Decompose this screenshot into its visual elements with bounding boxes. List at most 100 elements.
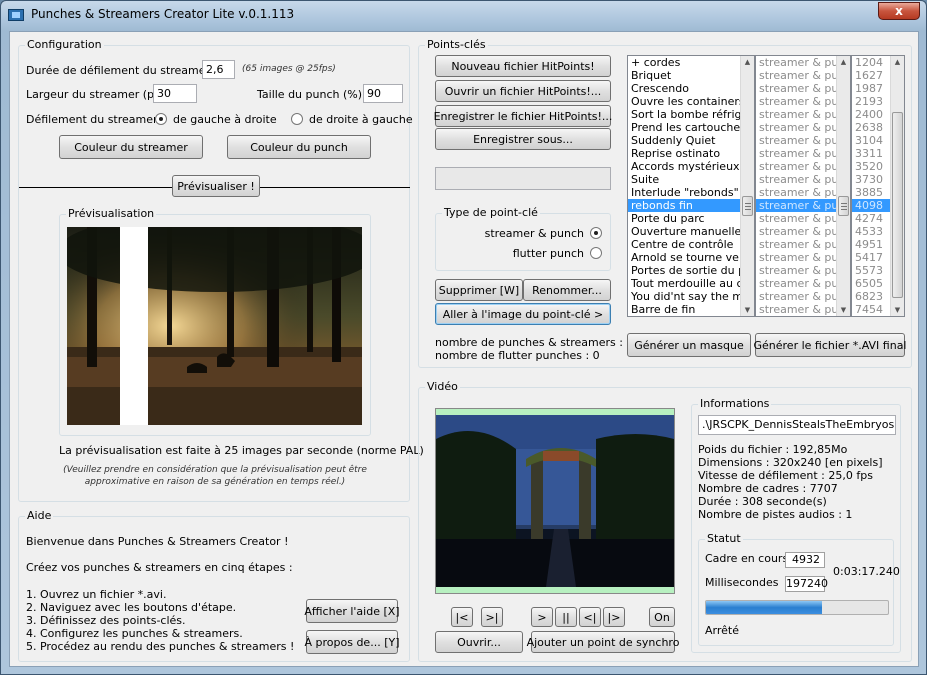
largeur-input[interactable]: 30 bbox=[153, 84, 197, 103]
points-type-list[interactable]: streamer & punc streamer & punc streamer &… bbox=[755, 55, 851, 317]
ms-value: 197240 bbox=[785, 576, 828, 592]
playback-progress bbox=[705, 600, 889, 615]
radio-gauche-droite-label: de gauche à droite bbox=[173, 113, 277, 126]
informations-label: Informations bbox=[698, 397, 772, 410]
app-icon bbox=[8, 9, 24, 21]
point-name-item[interactable]: Accords mystérieux #2 bbox=[628, 160, 754, 173]
duree-input[interactable]: 2,6 bbox=[202, 60, 235, 79]
couleur-streamer-button[interactable]: Couleur du streamer bbox=[59, 135, 203, 159]
aller-image-button[interactable]: Aller à l'image du point-clé > bbox=[435, 303, 611, 325]
cadre-label: Cadre en cours bbox=[705, 552, 789, 565]
dimensions-text: Dimensions : 320x240 [en pixels] bbox=[698, 456, 883, 469]
point-name-field[interactable] bbox=[435, 167, 611, 190]
points-name-scrollbar[interactable]: ▲ ▼ bbox=[740, 56, 754, 316]
preview-image bbox=[67, 227, 362, 425]
point-name-item[interactable]: Interlude "rebonds" bbox=[628, 186, 754, 199]
point-name-item[interactable]: Ouverture manuelle de bbox=[628, 225, 754, 238]
nouveau-hitpoints-button[interactable]: Nouveau fichier HitPoints! bbox=[435, 55, 611, 77]
points-name-list[interactable]: + cordes Briquet Crescendo Ouvre les contai… bbox=[627, 55, 755, 317]
generer-avi-button[interactable]: Générer le fichier *.AVI final bbox=[754, 333, 907, 357]
type-point-group: Type de point-clé streamer & punch flutt… bbox=[435, 206, 611, 271]
client-area: Configuration Durée de défilement du str… bbox=[9, 31, 919, 667]
supprimer-button[interactable]: Supprimer [W] bbox=[435, 279, 523, 301]
first-frame-button[interactable]: |< bbox=[451, 607, 473, 627]
generer-masque-button[interactable]: Générer un masque bbox=[627, 333, 751, 357]
point-name-item[interactable]: Sort la bombe réfrigéra bbox=[628, 108, 754, 121]
aide-intro: Créez vos punches & streamers en cinq ét… bbox=[26, 561, 293, 574]
point-name-item[interactable]: Portes de sortie du par bbox=[628, 264, 754, 277]
aide-step-2: 2. Naviguez avec les boutons d'étape. bbox=[26, 601, 237, 614]
step-back-button[interactable]: <| bbox=[579, 607, 601, 627]
point-name-item[interactable]: Crescendo bbox=[628, 82, 754, 95]
afficher-aide-button[interactable]: Afficher l'aide [X] bbox=[304, 599, 400, 623]
taille-input[interactable]: 90 bbox=[363, 84, 403, 103]
aide-group: Aide Bienvenue dans Punches & Streamers … bbox=[18, 509, 410, 662]
previsualiser-button[interactable]: Prévisualiser ! bbox=[172, 175, 260, 197]
next-mark-button[interactable]: >| bbox=[481, 607, 503, 627]
file-path-field[interactable]: .\JRSCPK_DennisStealsTheEmbryos.avi bbox=[698, 415, 896, 435]
title-bar[interactable]: Punches & Streamers Creator Lite v.0.1.1… bbox=[1, 1, 926, 29]
scroll-down-icon[interactable]: ▼ bbox=[837, 304, 850, 316]
poids-text: Poids du fichier : 192,85Mo bbox=[698, 443, 848, 456]
scroll-up-icon[interactable]: ▲ bbox=[891, 56, 904, 68]
point-name-item[interactable]: Centre de contrôle bbox=[628, 238, 754, 251]
point-name-item[interactable]: Porte du parc bbox=[628, 212, 754, 225]
type-streamer-label: streamer & punch bbox=[484, 227, 584, 240]
statut-group: Statut Cadre en cours 4932 Millisecondes… bbox=[698, 532, 900, 646]
scroll-thumb[interactable] bbox=[892, 112, 903, 298]
ouvrir-video-button[interactable]: Ouvrir... bbox=[435, 631, 523, 653]
ouvrir-hitpoints-button[interactable]: Ouvrir un fichier HitPoints!... bbox=[435, 80, 611, 102]
point-name-item[interactable]: + cordes bbox=[628, 56, 754, 69]
scroll-down-icon[interactable]: ▼ bbox=[891, 304, 904, 316]
configuration-group: Configuration Durée de défilement du str… bbox=[18, 38, 424, 502]
point-name-item[interactable]: rebonds fin bbox=[628, 199, 754, 212]
point-name-item[interactable]: Arnold se tourne vers l bbox=[628, 251, 754, 264]
radio-gauche-droite[interactable] bbox=[155, 113, 167, 125]
taille-label: Taille du punch (%) bbox=[257, 88, 362, 101]
close-button[interactable]: x bbox=[878, 2, 920, 20]
video-group: Vidéo |< >| > || <| |> On Ouvrir... Ajou… bbox=[418, 380, 912, 662]
previsualisation-label: Prévisualisation bbox=[66, 207, 157, 220]
window-title: Punches & Streamers Creator Lite v.0.1.1… bbox=[31, 7, 295, 21]
scroll-thumb[interactable] bbox=[742, 196, 753, 216]
enregistrer-sous-button[interactable]: Enregistrer sous... bbox=[435, 128, 611, 150]
points-frame-list[interactable]: 1204 1627 1987 2193 2400 2638 3104 3311 3520 3730… bbox=[851, 55, 905, 317]
aide-step-1: 1. Ouvrez un fichier *.avi. bbox=[26, 588, 167, 601]
pause-button[interactable]: || bbox=[555, 607, 577, 627]
video-label: Vidéo bbox=[425, 380, 460, 393]
couleur-punch-button[interactable]: Couleur du punch bbox=[227, 135, 371, 159]
point-name-item[interactable]: Tout merdouille au cer bbox=[628, 277, 754, 290]
scroll-down-icon[interactable]: ▼ bbox=[741, 304, 754, 316]
point-name-item[interactable]: Prend les cartouches d bbox=[628, 121, 754, 134]
point-name-item[interactable]: Ouvre les containers à bbox=[628, 95, 754, 108]
points-type-scrollbar[interactable]: ▲ ▼ bbox=[836, 56, 850, 316]
apropos-button[interactable]: À propos de... [Y] bbox=[305, 630, 400, 654]
configuration-label: Configuration bbox=[25, 38, 104, 51]
step-forward-button[interactable]: |> bbox=[603, 607, 625, 627]
cadres-text: Nombre de cadres : 7707 bbox=[698, 482, 838, 495]
point-name-item[interactable]: Briquet bbox=[628, 69, 754, 82]
renommer-button[interactable]: Renommer... bbox=[523, 279, 611, 301]
type-flutter-radio[interactable] bbox=[590, 247, 602, 259]
playback-progress-fill bbox=[706, 601, 823, 614]
informations-group: Informations .\JRSCPK_DennisStealsTheEmb… bbox=[691, 397, 901, 653]
scroll-up-icon[interactable]: ▲ bbox=[741, 56, 754, 68]
scroll-thumb[interactable] bbox=[838, 196, 849, 216]
point-name-item[interactable]: Reprise ostinato bbox=[628, 147, 754, 160]
point-name-item[interactable]: Suite bbox=[628, 173, 754, 186]
on-toggle-button[interactable]: On bbox=[649, 607, 675, 627]
timecode: 0:03:17.240 bbox=[833, 565, 900, 578]
point-name-item[interactable]: Barre de fin bbox=[628, 303, 754, 316]
point-name-item[interactable]: Suddenly Quiet bbox=[628, 134, 754, 147]
enregistrer-hitpoints-button[interactable]: Enregistrer le fichier HitPoints!... bbox=[434, 105, 612, 127]
aide-welcome: Bienvenue dans Punches & Streamers Creat… bbox=[26, 535, 289, 548]
point-name-item[interactable]: You did'nt say the mag bbox=[628, 290, 754, 303]
aide-step-4: 4. Configurez les punches & streamers. bbox=[26, 627, 243, 640]
aide-label: Aide bbox=[25, 509, 54, 522]
points-frame-scrollbar[interactable]: ▲ ▼ bbox=[890, 56, 904, 316]
ajouter-synchro-button[interactable]: Ajouter un point de synchro bbox=[527, 631, 679, 653]
scroll-up-icon[interactable]: ▲ bbox=[837, 56, 850, 68]
radio-droite-gauche[interactable] bbox=[291, 113, 303, 125]
play-button[interactable]: > bbox=[531, 607, 553, 627]
type-streamer-radio[interactable] bbox=[590, 227, 602, 239]
